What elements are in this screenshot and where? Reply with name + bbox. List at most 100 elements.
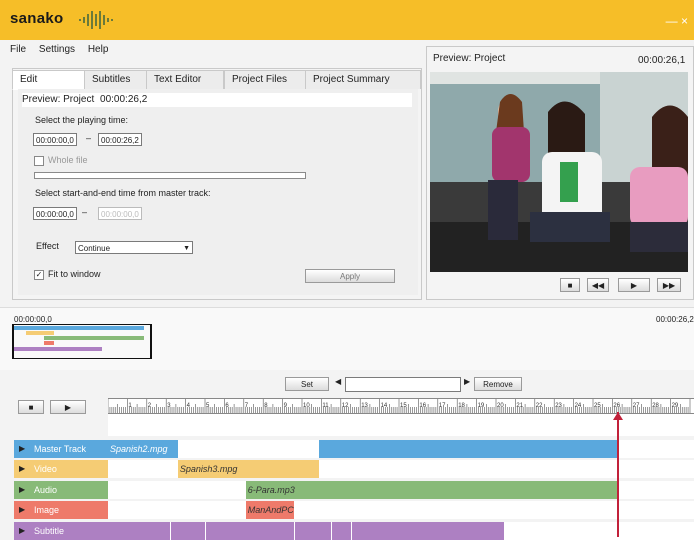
track-label-video[interactable]: ▶ Video bbox=[14, 460, 108, 479]
ruler-label: 3 bbox=[167, 403, 171, 409]
menu-settings[interactable]: Settings bbox=[39, 44, 75, 55]
apply-button[interactable]: Apply bbox=[305, 269, 395, 283]
expand-arrow-icon[interactable]: ▶ bbox=[19, 460, 25, 478]
dash-separator: – bbox=[86, 133, 92, 143]
play-icon: ▶ bbox=[64, 403, 72, 412]
fit-to-window-checkbox[interactable]: ✓ bbox=[34, 270, 44, 280]
expand-arrow-icon[interactable]: ▶ bbox=[19, 440, 25, 458]
timeline-stop-button[interactable]: ■ bbox=[18, 400, 44, 414]
window-controls[interactable]: — × bbox=[666, 14, 688, 28]
marker-lane bbox=[108, 414, 694, 436]
playing-time-slider[interactable] bbox=[34, 172, 306, 179]
chevron-down-icon: ▼ bbox=[183, 245, 190, 252]
preview-label: Preview: Project bbox=[22, 94, 95, 105]
play-icon: ▶ bbox=[630, 281, 638, 290]
ruler-label: 8 bbox=[264, 403, 268, 409]
overview-image-bar bbox=[44, 341, 54, 345]
effect-select[interactable]: Continue ▼ bbox=[75, 241, 193, 254]
tab-text-editor[interactable]: Text Editor bbox=[146, 70, 224, 89]
chevron-left-icon[interactable]: ◀ bbox=[335, 377, 341, 386]
tab-edit[interactable]: Edit bbox=[12, 70, 86, 90]
timeline-clip[interactable] bbox=[319, 440, 619, 458]
track-row: Spanish3.mpg bbox=[108, 460, 694, 479]
stop-button[interactable]: ■ bbox=[560, 278, 580, 292]
ruler-label: 20 bbox=[497, 403, 504, 409]
dash-separator-2: – bbox=[82, 207, 88, 217]
ruler-label: 23 bbox=[555, 403, 562, 409]
effect-select-value: Continue bbox=[78, 244, 111, 253]
ruler-label: 1 bbox=[128, 403, 132, 409]
preview-time: 00:00:26,2 bbox=[100, 94, 148, 105]
ruler-label: 4 bbox=[187, 403, 191, 409]
start-time-input[interactable]: 00:00:00,0 bbox=[33, 133, 77, 146]
rewind-button[interactable]: ◀◀ bbox=[587, 278, 609, 292]
ruler-label: 15 bbox=[400, 403, 407, 409]
ruler-label: 25 bbox=[594, 403, 601, 409]
end-time-input[interactable]: 00:00:26,2 bbox=[98, 133, 142, 146]
track-row: ManAndPC.bmp bbox=[108, 501, 694, 520]
whole-file-checkbox[interactable] bbox=[34, 156, 44, 166]
overview-subtitle-bar bbox=[14, 347, 102, 351]
ruler-label: 24 bbox=[575, 403, 582, 409]
timeline-play-button[interactable]: ▶ bbox=[50, 400, 86, 414]
playhead-marker[interactable] bbox=[613, 412, 624, 420]
track-label-audio[interactable]: ▶ Audio bbox=[14, 480, 108, 499]
ruler-label: 18 bbox=[458, 403, 465, 409]
timeline-clip[interactable]: Spanish2.mpg bbox=[108, 440, 178, 458]
playhead-line[interactable] bbox=[617, 412, 620, 537]
timeline-clip[interactable]: Spanish3.mpg bbox=[177, 460, 320, 479]
master-start-input[interactable]: 00:00:00,0 bbox=[33, 207, 77, 220]
ruler-label: 22 bbox=[536, 403, 543, 409]
ruler-label: 2 bbox=[148, 403, 152, 409]
track-name: Master Track bbox=[34, 444, 87, 454]
fit-to-window-label: Fit to window bbox=[48, 269, 101, 279]
track-name: Image bbox=[34, 505, 60, 516]
remove-button[interactable]: Remove bbox=[474, 377, 522, 391]
select-master-label: Select start-and-end time from master tr… bbox=[35, 188, 211, 198]
marker-input[interactable] bbox=[345, 377, 461, 392]
ruler-label: 21 bbox=[516, 403, 523, 409]
fast-forward-button[interactable]: ▶▶ bbox=[657, 278, 681, 292]
overview-start-time: 00:00:00,0 bbox=[14, 315, 52, 324]
track-label-master-track[interactable]: ▶ Master Track bbox=[14, 440, 108, 458]
ruler-label: 17 bbox=[439, 403, 446, 409]
chevron-right-icon[interactable]: ▶ bbox=[464, 377, 470, 386]
sound-wave-icon bbox=[79, 11, 113, 29]
set-button[interactable]: Set bbox=[285, 377, 329, 391]
preview-title: Preview: Project bbox=[433, 53, 506, 64]
menu-file[interactable]: File bbox=[10, 44, 26, 55]
play-button[interactable]: ▶ bbox=[618, 278, 650, 292]
ruler-label: 13 bbox=[361, 403, 368, 409]
ruler-label: 28 bbox=[652, 403, 659, 409]
ruler-label: 10 bbox=[303, 403, 310, 409]
expand-arrow-icon[interactable]: ▶ bbox=[19, 501, 25, 519]
track-row: Spanish2.mpg bbox=[108, 440, 694, 458]
ruler-label: 19 bbox=[478, 403, 485, 409]
track-label-image[interactable]: ▶ Image bbox=[14, 501, 108, 520]
tab-project-summary[interactable]: Project Summary bbox=[305, 70, 421, 89]
ruler-label: 7 bbox=[245, 403, 249, 409]
stop-icon: ■ bbox=[28, 403, 34, 412]
ruler-label: 27 bbox=[633, 403, 640, 409]
track-name: Audio bbox=[34, 484, 58, 495]
track-row: 6-Para.mp3 bbox=[108, 480, 694, 499]
timeline-ruler[interactable]: 1 2 3 4 5 6 7 8 9 10 11 12 13 14 15 16 17 18 19 20 21 22 23 24 2… bbox=[108, 398, 694, 414]
timeline-clip[interactable]: ManAndPC.bmp bbox=[245, 501, 295, 520]
rewind-icon: ◀◀ bbox=[591, 281, 605, 290]
ruler-label: 29 bbox=[672, 403, 679, 409]
overview-audio-bar bbox=[44, 336, 144, 340]
menu-bar: File Settings Help bbox=[10, 44, 118, 58]
ruler-ticks: 1 2 3 4 5 6 7 8 9 10 11 12 13 14 15 16 17 18 19 20 21 22 23 24 2… bbox=[108, 399, 691, 413]
video-preview bbox=[430, 72, 688, 272]
timeline-clip[interactable]: 6-Para.mp3 bbox=[245, 480, 619, 499]
expand-arrow-icon[interactable]: ▶ bbox=[19, 481, 25, 499]
tab-subtitles[interactable]: Subtitles bbox=[84, 70, 150, 89]
whole-file-label: Whole file bbox=[48, 155, 88, 165]
overview-end-time: 00:00:26,2 bbox=[656, 315, 694, 324]
menu-help[interactable]: Help bbox=[88, 44, 109, 55]
tab-project-files[interactable]: Project Files bbox=[224, 70, 310, 89]
ruler-label: 14 bbox=[381, 403, 388, 409]
stop-icon: ■ bbox=[567, 281, 573, 290]
ruler-label: 6 bbox=[225, 403, 229, 409]
track-name: Video bbox=[34, 464, 57, 475]
